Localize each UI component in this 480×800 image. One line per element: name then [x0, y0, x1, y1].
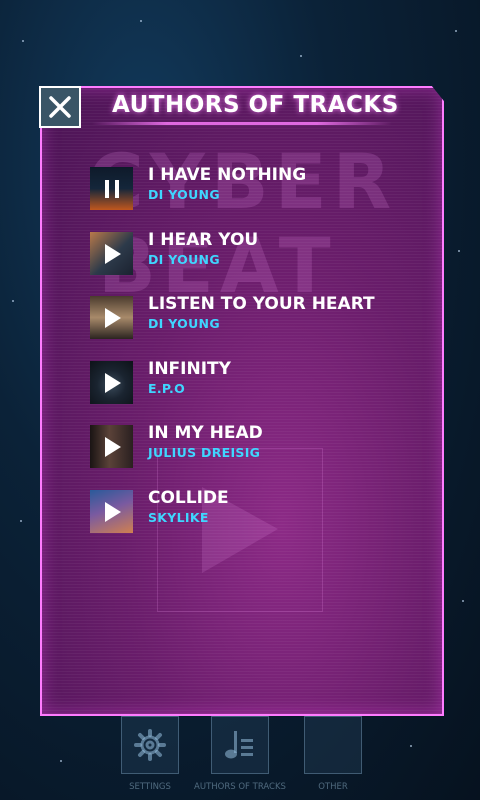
track-row-collide[interactable]: COLLIDE SKYLIKE — [90, 488, 390, 534]
close-button[interactable] — [39, 86, 81, 128]
panel-title: AUTHORS OF TRACKS — [112, 92, 399, 118]
pause-icon — [105, 180, 119, 198]
star — [12, 300, 14, 302]
play-icon — [105, 437, 121, 457]
star — [410, 745, 412, 747]
track-title: IN MY HEAD — [148, 423, 263, 443]
game-screen: CYBER BEAT AUTHORS OF TRACKS I HAVE NOTH… — [0, 0, 480, 800]
star — [140, 20, 142, 22]
star — [458, 250, 460, 252]
other-label: OTHER — [318, 782, 348, 792]
track-title: INFINITY — [148, 359, 231, 379]
track-row-i-have-nothing[interactable]: I HAVE NOTHING DI YOUNG — [90, 165, 390, 211]
star — [60, 760, 62, 762]
track-thumbnail[interactable] — [90, 232, 133, 275]
authors-of-tracks-button[interactable] — [211, 716, 269, 774]
track-author: E.P.O — [148, 381, 186, 396]
track-thumbnail[interactable] — [90, 490, 133, 533]
track-thumbnail[interactable] — [90, 425, 133, 468]
track-thumbnail[interactable] — [90, 361, 133, 404]
star — [300, 55, 302, 57]
star — [455, 30, 457, 32]
track-author: DI YOUNG — [148, 187, 220, 202]
play-icon — [105, 373, 121, 393]
track-author: DI YOUNG — [148, 316, 220, 331]
track-title: I HEAR YOU — [148, 230, 259, 250]
play-icon — [105, 244, 121, 264]
track-row-infinity[interactable]: INFINITY E.P.O — [90, 359, 390, 405]
track-row-i-hear-you[interactable]: I HEAR YOU DI YOUNG — [90, 230, 390, 276]
track-author: JULIUS DREISIG — [148, 445, 261, 460]
track-title: COLLIDE — [148, 488, 229, 508]
track-row-in-my-head[interactable]: IN MY HEAD JULIUS DREISIG — [90, 423, 390, 469]
settings-button[interactable] — [121, 716, 179, 774]
track-author: DI YOUNG — [148, 252, 220, 267]
gear-icon — [134, 729, 166, 761]
track-thumbnail[interactable] — [90, 167, 133, 210]
play-icon — [105, 502, 121, 522]
other-button[interactable] — [304, 716, 362, 774]
track-title: I HAVE NOTHING — [148, 165, 307, 185]
star — [20, 520, 22, 522]
close-icon — [49, 96, 71, 118]
music-list-icon — [225, 731, 253, 759]
title-underline — [92, 122, 392, 125]
star — [22, 40, 24, 42]
track-title: LISTEN TO YOUR HEART — [148, 294, 375, 314]
play-icon — [105, 308, 121, 328]
track-row-listen-to-your-heart[interactable]: LISTEN TO YOUR HEART DI YOUNG — [90, 294, 390, 340]
star — [462, 600, 464, 602]
track-author: SKYLIKE — [148, 510, 209, 525]
track-thumbnail[interactable] — [90, 296, 133, 339]
